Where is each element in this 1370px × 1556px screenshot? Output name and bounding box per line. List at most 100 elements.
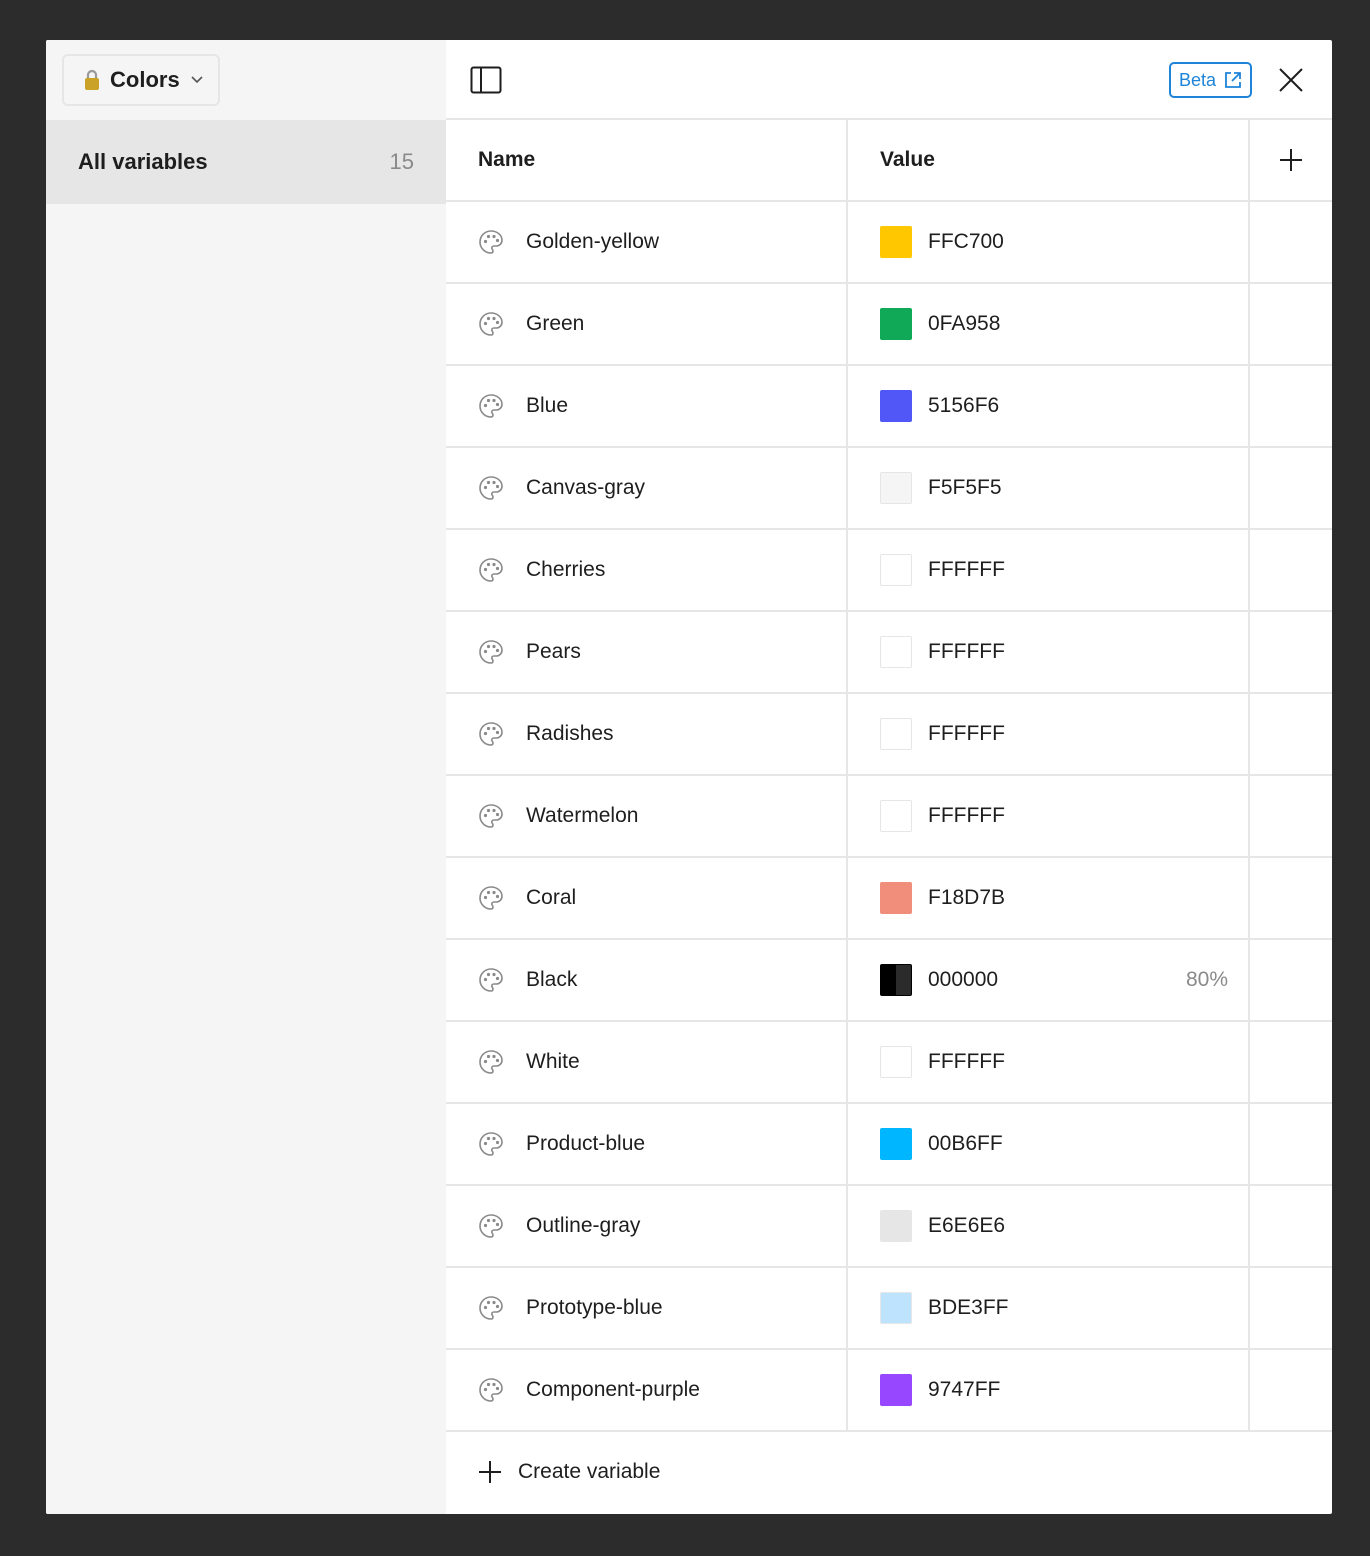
palette-icon: [479, 476, 503, 500]
extra-cell: [1250, 1268, 1332, 1348]
close-icon[interactable]: [1278, 67, 1304, 93]
variable-name: Radishes: [526, 722, 614, 745]
extra-cell: [1250, 530, 1332, 610]
value-cell[interactable]: FFFFFF: [848, 694, 1250, 774]
table-row[interactable]: Prototype-blue BDE3FF: [446, 1268, 1332, 1350]
name-cell[interactable]: Component-purple: [446, 1350, 848, 1430]
table-row[interactable]: Black 000000 80%: [446, 940, 1332, 1022]
value-cell[interactable]: 9747FF: [848, 1350, 1250, 1430]
table-row[interactable]: Product-blue 00B6FF: [446, 1104, 1332, 1186]
table-row[interactable]: Radishes FFFFFF: [446, 694, 1332, 776]
value-cell[interactable]: 000000 80%: [848, 940, 1250, 1020]
variable-name: Blue: [526, 394, 569, 417]
color-swatch[interactable]: [880, 1046, 912, 1078]
table-row[interactable]: Canvas-gray F5F5F5: [446, 448, 1332, 530]
color-swatch[interactable]: [880, 1374, 912, 1406]
table-row[interactable]: Outline-gray E6E6E6: [446, 1186, 1332, 1268]
sidebar: Colors All variables 15: [46, 40, 446, 1514]
value-cell[interactable]: FFFFFF: [848, 776, 1250, 856]
collection-dropdown[interactable]: Colors: [62, 54, 220, 106]
value-cell[interactable]: BDE3FF: [848, 1268, 1250, 1348]
name-cell[interactable]: Green: [446, 284, 848, 364]
palette-icon: [479, 1132, 503, 1156]
sidebar-item-all-variables[interactable]: All variables 15: [46, 120, 446, 204]
variable-name: Golden-yellow: [526, 230, 660, 253]
value-cell[interactable]: FFFFFF: [848, 1022, 1250, 1102]
variable-value: BDE3FF: [928, 1296, 1009, 1319]
variable-name: Canvas-gray: [526, 476, 646, 499]
table-row[interactable]: White FFFFFF: [446, 1022, 1332, 1104]
name-cell[interactable]: Radishes: [446, 694, 848, 774]
extra-cell: [1250, 448, 1332, 528]
name-cell[interactable]: Black: [446, 940, 848, 1020]
name-cell[interactable]: Golden-yellow: [446, 202, 848, 282]
name-cell[interactable]: Watermelon: [446, 776, 848, 856]
color-swatch[interactable]: [880, 1210, 912, 1242]
value-cell[interactable]: 5156F6: [848, 366, 1250, 446]
create-variable-button[interactable]: Create variable: [446, 1432, 1332, 1512]
variable-value: F5F5F5: [928, 476, 1002, 499]
variable-name: Component-purple: [526, 1378, 700, 1401]
color-swatch[interactable]: [880, 390, 912, 422]
name-cell[interactable]: Product-blue: [446, 1104, 848, 1184]
table-row[interactable]: Component-purple 9747FF: [446, 1350, 1332, 1432]
value-cell[interactable]: 0FA958: [848, 284, 1250, 364]
color-swatch[interactable]: [880, 800, 912, 832]
plus-icon[interactable]: [1278, 147, 1304, 173]
variable-value: FFFFFF: [928, 640, 1005, 663]
value-cell[interactable]: FFC700: [848, 202, 1250, 282]
table-header: Name Value: [446, 120, 1332, 202]
variable-name: Pears: [526, 640, 581, 663]
color-swatch[interactable]: [880, 472, 912, 504]
table-row[interactable]: Golden-yellow FFC700: [446, 202, 1332, 284]
header-name: Name: [446, 120, 848, 200]
palette-icon: [479, 968, 503, 992]
variable-name: Coral: [526, 886, 577, 909]
name-cell[interactable]: Coral: [446, 858, 848, 938]
table-row[interactable]: Watermelon FFFFFF: [446, 776, 1332, 858]
beta-button[interactable]: Beta: [1169, 62, 1252, 98]
extra-cell: [1250, 284, 1332, 364]
table-row[interactable]: Pears FFFFFF: [446, 612, 1332, 694]
header-value: Value: [848, 120, 1250, 200]
name-cell[interactable]: White: [446, 1022, 848, 1102]
value-cell[interactable]: 00B6FF: [848, 1104, 1250, 1184]
name-cell[interactable]: Outline-gray: [446, 1186, 848, 1266]
value-cell[interactable]: E6E6E6: [848, 1186, 1250, 1266]
extra-cell: [1250, 1022, 1332, 1102]
color-swatch[interactable]: [880, 882, 912, 914]
table-row[interactable]: Coral F18D7B: [446, 858, 1332, 940]
name-cell[interactable]: Pears: [446, 612, 848, 692]
palette-icon: [479, 722, 503, 746]
name-cell[interactable]: Canvas-gray: [446, 448, 848, 528]
value-cell[interactable]: F5F5F5: [848, 448, 1250, 528]
table-row[interactable]: Green 0FA958: [446, 284, 1332, 366]
name-cell[interactable]: Prototype-blue: [446, 1268, 848, 1348]
color-swatch[interactable]: [880, 308, 912, 340]
value-cell[interactable]: FFFFFF: [848, 612, 1250, 692]
variable-value: 00B6FF: [928, 1132, 1003, 1155]
sidebar-toggle-icon[interactable]: [470, 66, 502, 94]
color-swatch[interactable]: [880, 718, 912, 750]
extra-cell: [1250, 366, 1332, 446]
color-swatch[interactable]: [880, 226, 912, 258]
table-row[interactable]: Cherries FFFFFF: [446, 530, 1332, 612]
palette-icon: [479, 804, 503, 828]
color-swatch[interactable]: [880, 554, 912, 586]
group-count: 15: [389, 149, 414, 174]
palette-icon: [479, 1050, 503, 1074]
name-cell[interactable]: Blue: [446, 366, 848, 446]
collection-label: Colors: [110, 67, 180, 92]
color-swatch[interactable]: [880, 636, 912, 668]
table-row[interactable]: Blue 5156F6: [446, 366, 1332, 448]
palette-icon: [479, 640, 503, 664]
extra-cell: [1250, 858, 1332, 938]
value-cell[interactable]: F18D7B: [848, 858, 1250, 938]
palette-icon: [479, 886, 503, 910]
name-cell[interactable]: Cherries: [446, 530, 848, 610]
color-swatch[interactable]: [880, 1292, 912, 1324]
variable-name: Black: [526, 968, 578, 991]
value-cell[interactable]: FFFFFF: [848, 530, 1250, 610]
color-swatch[interactable]: [880, 964, 912, 996]
color-swatch[interactable]: [880, 1128, 912, 1160]
